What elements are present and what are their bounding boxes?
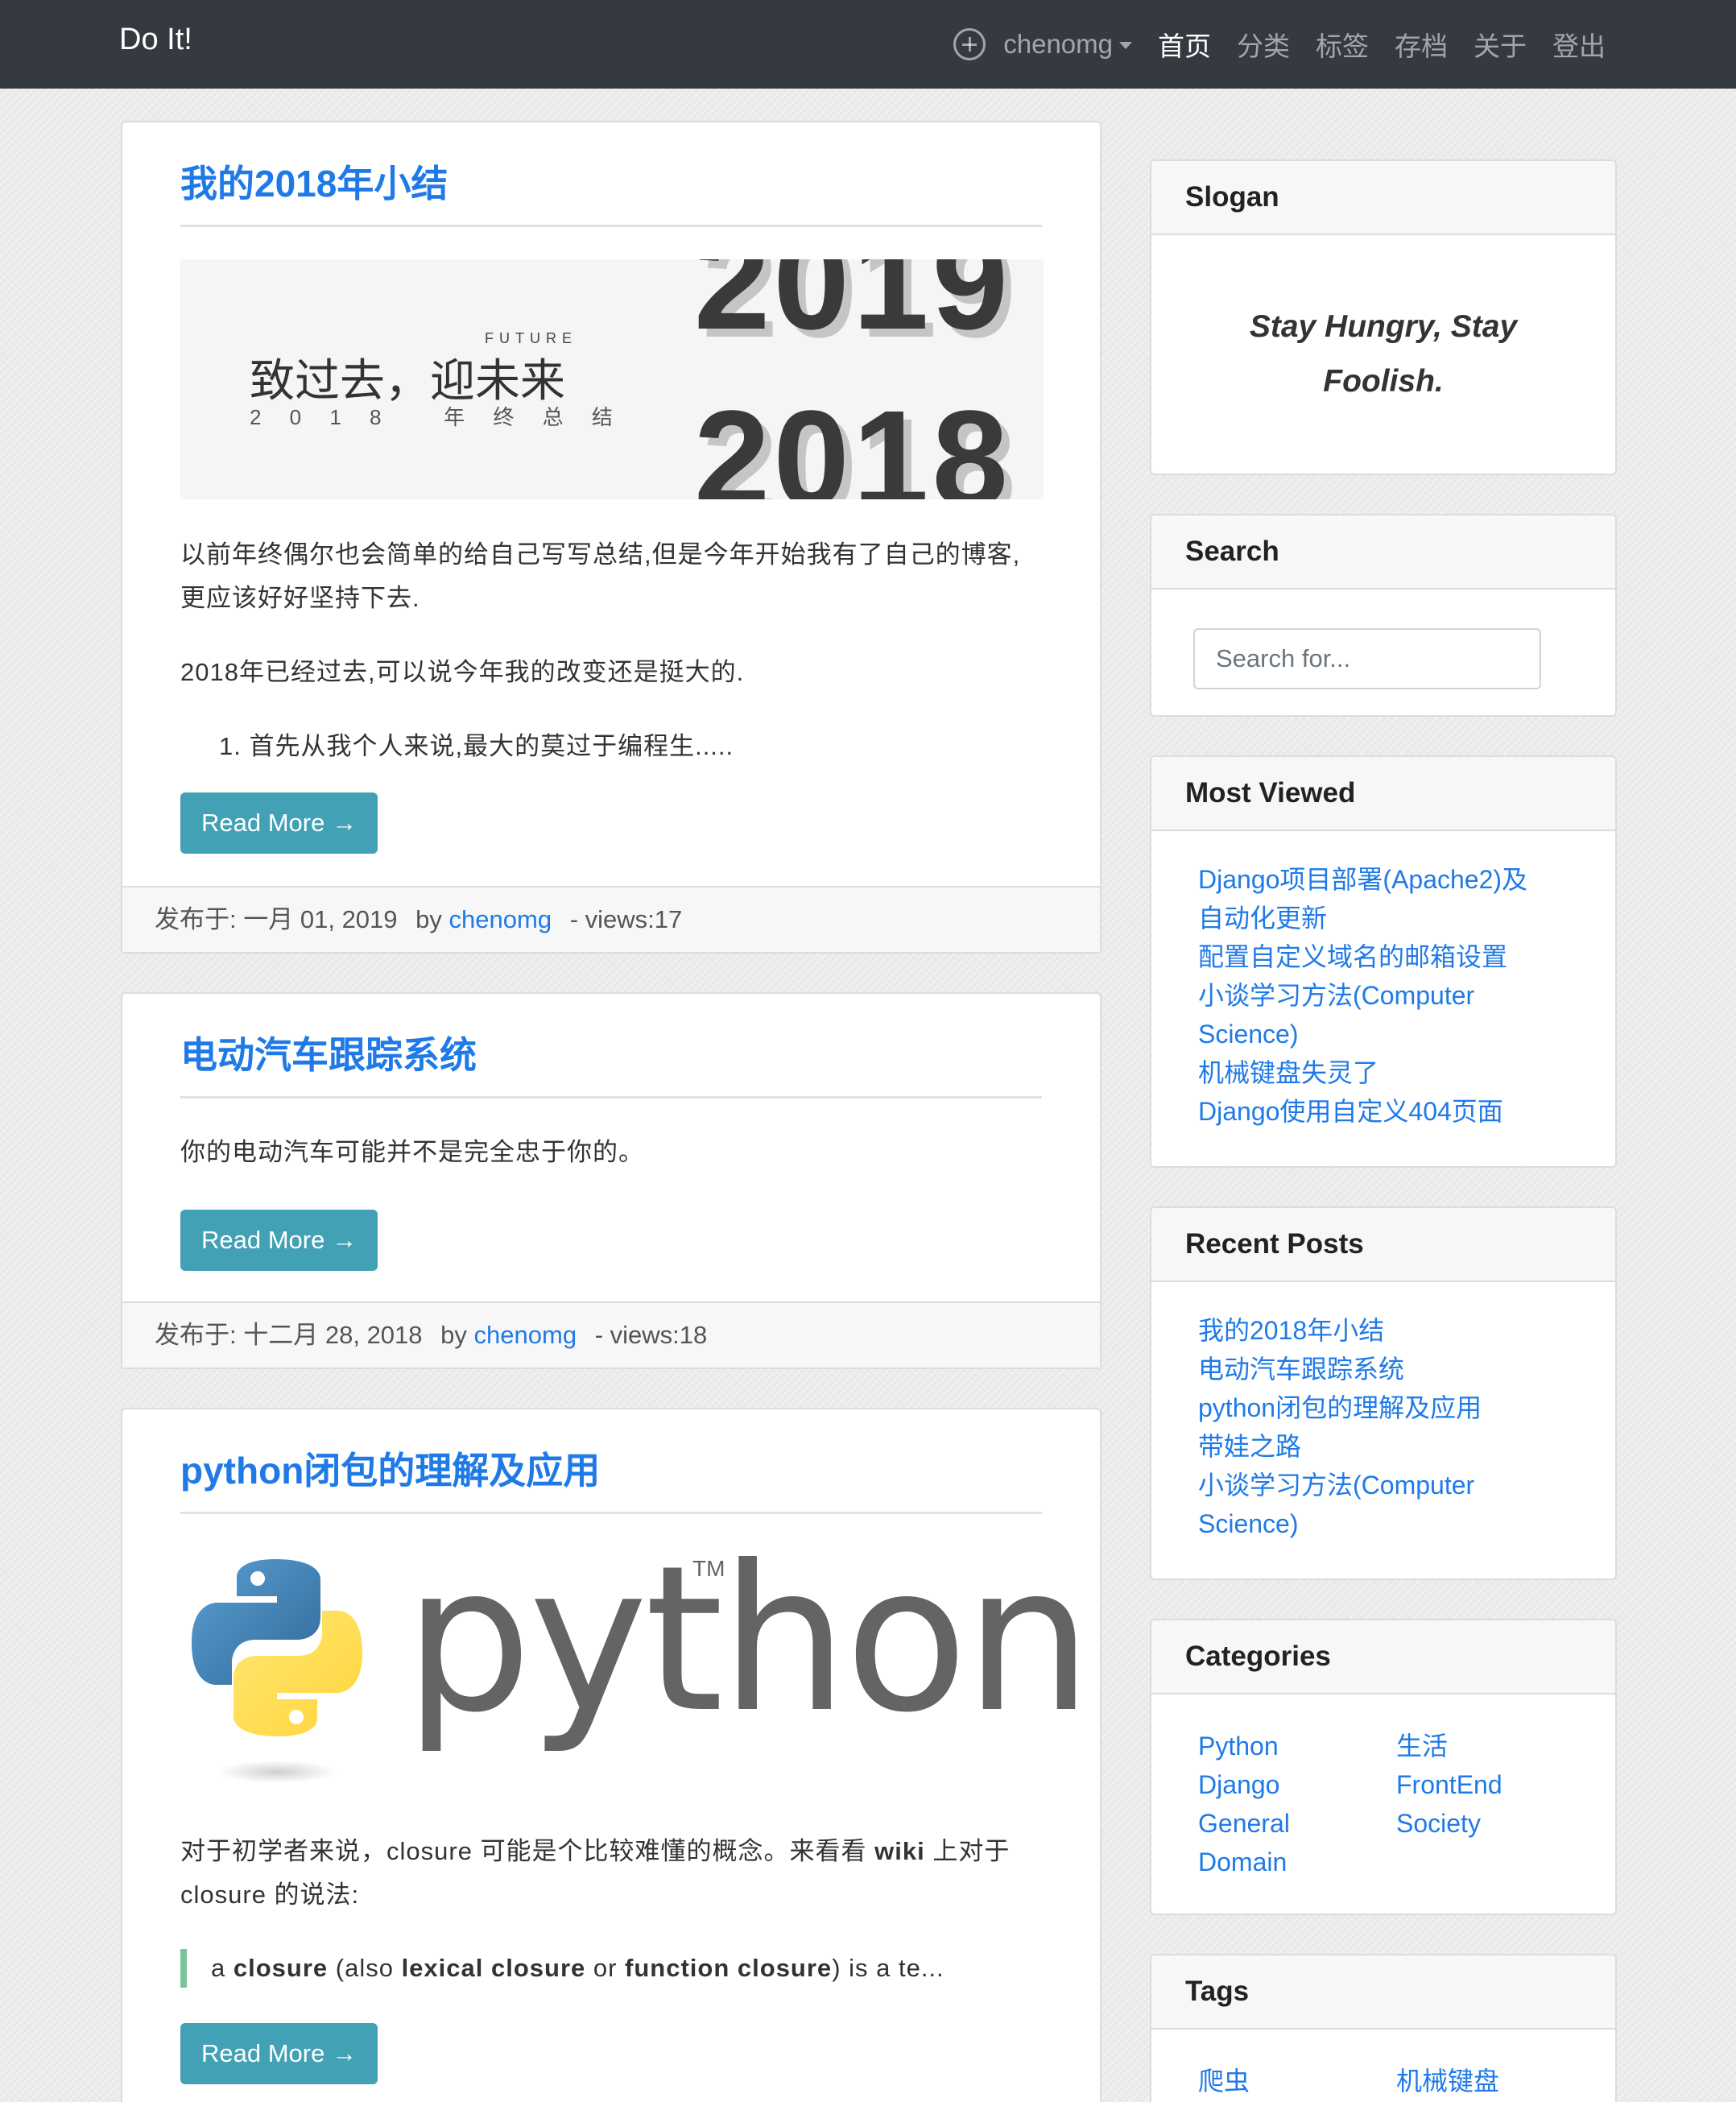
published-date: 一月 01, 2019 xyxy=(243,905,398,933)
published-date: 十二月 28, 2018 xyxy=(243,1321,423,1349)
author-link[interactable]: chenomg xyxy=(474,1321,577,1349)
categories-list: Python 生活 Django FrontEnd General Societ… xyxy=(1151,1694,1615,1881)
nav-about[interactable]: 关于 xyxy=(1474,25,1527,64)
tags-widget: Tags 爬虫 机械键盘 xyxy=(1150,1954,1617,2102)
most-viewed-link[interactable]: Django项目部署(Apache2)及自动化更新 xyxy=(1198,860,1551,937)
quote-bold: closure xyxy=(233,1954,329,1982)
widget-title: Search xyxy=(1151,515,1615,590)
quote-text: a xyxy=(211,1954,234,1982)
cover-subtitle: 2 0 1 8 年 终 总 结 xyxy=(250,405,624,429)
tag-link[interactable]: 爬虫 xyxy=(1198,2062,1396,2100)
most-viewed-link[interactable]: 小谈学习方法(Computer Science) xyxy=(1198,976,1551,1053)
read-more-button[interactable]: Read More → xyxy=(180,792,378,854)
recent-post-link[interactable]: 带娃之路 xyxy=(1198,1427,1551,1466)
quote-text: ) is a te... xyxy=(832,1954,944,1982)
brand-logo[interactable]: Do It! xyxy=(119,23,192,57)
views-count: - views:17 xyxy=(569,905,683,933)
views-count: - views:18 xyxy=(594,1321,708,1349)
most-viewed-link[interactable]: 机械键盘失灵了 xyxy=(1198,1053,1551,1092)
search-widget: Search Search for... xyxy=(1150,514,1617,717)
nav-logout[interactable]: 登出 xyxy=(1552,25,1606,64)
recent-posts-widget: Recent Posts 我的2018年小结 电动汽车跟踪系统 python闭包… xyxy=(1150,1206,1617,1580)
category-link[interactable]: General xyxy=(1198,1804,1396,1843)
category-link[interactable]: Python xyxy=(1198,1727,1396,1765)
search-input[interactable]: Search for... xyxy=(1193,628,1541,689)
category-link[interactable]: Domain xyxy=(1198,1843,1396,1881)
post-excerpt: 2018年已经过去,可以说今年我的改变还是挺大的. xyxy=(180,658,745,686)
post-title[interactable]: python闭包的理解及应用 xyxy=(180,1409,1042,1514)
most-viewed-list: Django项目部署(Apache2)及自动化更新 配置自定义域名的邮箱设置 小… xyxy=(1151,831,1615,1131)
nav-home[interactable]: 首页 xyxy=(1158,25,1211,64)
post-card: python闭包的理解及应用 python TM 对于初学者来说，closure… xyxy=(121,1408,1102,2102)
widget-title: Tags xyxy=(1151,1955,1615,2030)
trademark-label: TM xyxy=(692,1556,725,1581)
python-wordmark: python xyxy=(404,1522,1093,1756)
read-more-button[interactable]: Read More → xyxy=(180,1210,378,1271)
tag-link[interactable]: 机械键盘 xyxy=(1396,2062,1594,2100)
nav-tags[interactable]: 标签 xyxy=(1316,25,1369,64)
category-link[interactable]: Society xyxy=(1396,1804,1594,1843)
post-card: 我的2018年小结 2019 2018 FUTURE 致过去，迎未来 2 0 1… xyxy=(121,121,1102,954)
quote-bold: function closure xyxy=(625,1954,833,1982)
nav-archive[interactable]: 存档 xyxy=(1395,25,1448,64)
cover-year-new: 2019 xyxy=(693,259,1011,358)
quote-text: or xyxy=(585,1954,626,1982)
widget-title: Slogan xyxy=(1151,161,1615,235)
category-link[interactable]: 生活 xyxy=(1396,1727,1594,1765)
python-logo-image: python TM xyxy=(180,1522,1093,1804)
post-title[interactable]: 我的2018年小结 xyxy=(180,122,1042,227)
recent-post-link[interactable]: 我的2018年小结 xyxy=(1198,1311,1551,1350)
chevron-down-icon xyxy=(1119,41,1132,49)
post-title[interactable]: 电动汽车跟踪系统 xyxy=(180,994,1042,1099)
most-viewed-link[interactable]: Django使用自定义404页面 xyxy=(1198,1092,1551,1131)
published-label: 发布于: xyxy=(155,1321,237,1349)
nav-categories[interactable]: 分类 xyxy=(1237,25,1290,64)
post-card: 电动汽车跟踪系统 你的电动汽车可能并不是完全忠于你的。 Read More → … xyxy=(121,992,1102,1369)
nav-menu: chenomg 首页 分类 标签 存档 关于 登出 xyxy=(953,0,1606,89)
post-meta: 发布于: 一月 01, 2019 by chenomg - views:17 xyxy=(122,886,1100,952)
post-excerpt: 以前年终偶尔也会简单的给自己写写总结,但是今年开始我有了自己的博客,更应该好好坚… xyxy=(180,540,1021,612)
post-meta: 发布于: 十二月 28, 2018 by chenomg - views:18 xyxy=(122,1301,1100,1368)
recent-post-link[interactable]: 电动汽车跟踪系统 xyxy=(1198,1350,1551,1388)
recent-post-link[interactable]: 小谈学习方法(Computer Science) xyxy=(1198,1466,1551,1543)
most-viewed-widget: Most Viewed Django项目部署(Apache2)及自动化更新 配置… xyxy=(1150,755,1617,1168)
top-navbar: Do It! chenomg 首页 分类 标签 存档 关于 登出 xyxy=(0,0,1736,89)
read-more-button[interactable]: Read More → xyxy=(180,2023,378,2084)
post-list-item: 1. 首先从我个人来说,最大的莫过于编程生..... xyxy=(219,732,734,760)
excerpt-bold: wiki xyxy=(874,1837,925,1865)
most-viewed-link[interactable]: 配置自定义域名的邮箱设置 xyxy=(1198,937,1551,976)
excerpt-text: 对于初学者来说，closure 可能是个比较难懂的概念。来看看 xyxy=(180,1837,875,1865)
category-link[interactable]: FrontEnd xyxy=(1396,1765,1594,1804)
slogan-widget: Slogan Stay Hungry, Stay Foolish. xyxy=(1150,159,1617,475)
cover-year-old: 2018 xyxy=(693,383,1011,499)
python-snake-icon xyxy=(192,1559,362,1783)
quote-text: (also xyxy=(328,1954,402,1982)
recent-posts-list: 我的2018年小结 电动汽车跟踪系统 python闭包的理解及应用 带娃之路 小… xyxy=(1151,1282,1615,1543)
slogan-text: Stay Hungry, Stay Foolish. xyxy=(1249,309,1518,399)
post-excerpt: 你的电动汽车可能并不是完全忠于你的。 xyxy=(180,1138,644,1166)
by-label: by xyxy=(415,905,442,933)
tags-list: 爬虫 机械键盘 xyxy=(1151,2030,1615,2100)
user-name: chenomg xyxy=(1003,29,1113,59)
add-post-icon[interactable] xyxy=(953,28,986,60)
recent-post-link[interactable]: python闭包的理解及应用 xyxy=(1198,1388,1551,1427)
user-dropdown[interactable]: chenomg xyxy=(1003,29,1132,60)
author-link[interactable]: chenomg xyxy=(449,905,552,933)
cover-headline: 致过去，迎未来 xyxy=(250,355,565,408)
widget-title: Most Viewed xyxy=(1151,757,1615,831)
quote-bold: lexical closure xyxy=(401,1954,586,1982)
categories-widget: Categories Python 生活 Django FrontEnd Gen… xyxy=(1150,1619,1617,1915)
by-label: by xyxy=(440,1321,467,1349)
post-blockquote: a closure (also lexical closure or funct… xyxy=(180,1949,1042,1988)
widget-title: Recent Posts xyxy=(1151,1208,1615,1282)
widget-title: Categories xyxy=(1151,1620,1615,1694)
post-excerpt: 对于初学者来说，closure 可能是个比较难懂的概念。来看看 wiki 上对于… xyxy=(180,1830,1042,1917)
post-cover-image: 2019 2018 FUTURE 致过去，迎未来 2 0 1 8 年 终 总 结 xyxy=(180,259,1044,499)
published-label: 发布于: xyxy=(155,905,237,933)
category-link[interactable]: Django xyxy=(1198,1765,1396,1804)
